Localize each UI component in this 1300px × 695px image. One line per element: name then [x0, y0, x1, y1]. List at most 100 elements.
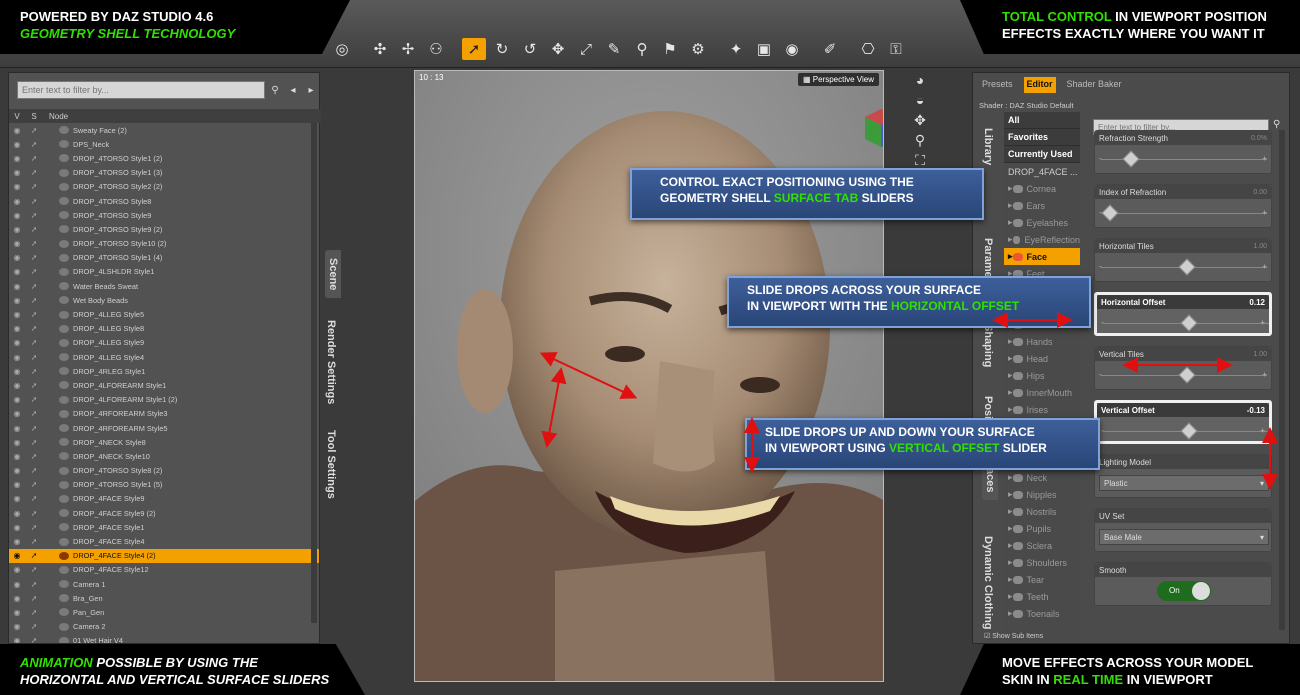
selectable-arrow-icon[interactable]: ➚ [25, 140, 43, 149]
surface-list-item[interactable]: ▸ Hips [1004, 367, 1080, 384]
selectable-arrow-icon[interactable]: ➚ [25, 608, 43, 617]
selectable-arrow-icon[interactable]: ➚ [25, 537, 43, 546]
scene-tree-row[interactable]: ◉ ➚ Bra_Gen [9, 591, 319, 605]
surface-list-item[interactable]: ▸ Irises [1004, 401, 1080, 418]
selectable-arrow-icon[interactable]: ➚ [25, 225, 43, 234]
property-dropdown[interactable]: Base Male ▾ [1099, 529, 1269, 545]
property-slider-knob[interactable] [1122, 150, 1140, 168]
visibility-eye-icon[interactable]: ◉ [9, 296, 25, 305]
property-slider-knob[interactable] [1180, 422, 1198, 440]
perspective-view-dropdown[interactable]: ▦ Perspective View [798, 73, 879, 86]
selectable-arrow-icon[interactable]: ➚ [25, 211, 43, 220]
property-value[interactable]: 1.00 [1253, 243, 1267, 250]
joint-icon[interactable]: ✢ [396, 38, 420, 60]
visibility-eye-icon[interactable]: ◉ [9, 594, 25, 603]
scene-tree-row[interactable]: ◉ ➚ DROP_4LSHLDR Style1 [9, 265, 319, 279]
surface-list-item[interactable]: ▸ Toenails [1004, 605, 1080, 622]
selectable-arrow-icon[interactable]: ➚ [25, 310, 43, 319]
tab-shaping[interactable]: Shaping [982, 324, 994, 367]
surface-property[interactable]: Vertical Offset-0.13-+ [1094, 400, 1272, 444]
slider-plus[interactable]: + [1262, 154, 1267, 163]
selectable-arrow-icon[interactable]: ➚ [25, 580, 43, 589]
selectable-arrow-icon[interactable]: ➚ [25, 480, 43, 489]
scene-tree-row[interactable]: ◉ ➚ Camera 1 [9, 577, 319, 591]
scene-tree-row[interactable]: ◉ ➚ Camera 2 [9, 620, 319, 634]
selectable-arrow-icon[interactable]: ➚ [25, 409, 43, 418]
target-icon[interactable]: ◎ [330, 38, 354, 60]
selectable-arrow-icon[interactable]: ➚ [25, 367, 43, 376]
tab-tool-settings[interactable]: Tool Settings [325, 430, 337, 499]
property-value[interactable]: 0.12 [1249, 298, 1265, 307]
scene-tree-row[interactable]: ◉ ➚ DROP_4RFOREARM Style5 [9, 421, 319, 435]
slider-plus[interactable]: + [1262, 370, 1267, 379]
scene-tree-row[interactable]: ◉ ➚ DROP_4FACE Style1 [9, 520, 319, 534]
scale-tool-icon[interactable]: ⤢ [574, 38, 598, 60]
visibility-eye-icon[interactable]: ◉ [9, 239, 25, 248]
selectable-arrow-icon[interactable]: ➚ [25, 296, 43, 305]
surface-list-item[interactable]: ▸ Pupils [1004, 520, 1080, 537]
surface-list-item[interactable]: ▸ Nipples [1004, 486, 1080, 503]
node-select-icon[interactable]: ✣ [368, 38, 392, 60]
surface-list-item[interactable]: ▸ Hands [1004, 333, 1080, 350]
scene-tree-row[interactable]: ◉ ➚ DROP_4TORSO Style9 (2) [9, 222, 319, 236]
scene-tree-row[interactable]: ◉ ➚ DROP_4LFOREARM Style1 (2) [9, 393, 319, 407]
selectable-arrow-icon[interactable]: ➚ [25, 282, 43, 291]
viewport-camera-icon[interactable]: ◉ [780, 38, 804, 60]
figure-icon[interactable]: ⚇ [424, 38, 448, 60]
back-icon[interactable]: ◂ [285, 81, 301, 99]
visibility-eye-icon[interactable]: ◉ [9, 310, 25, 319]
surface-list-item[interactable]: ▸ EyeReflection [1004, 231, 1080, 248]
selectable-arrow-icon[interactable]: ➚ [25, 494, 43, 503]
surface-property[interactable]: Horizontal Tiles1.00-+ [1094, 238, 1272, 282]
surface-list-item[interactable]: ▸ Face [1004, 248, 1080, 265]
surface-list-item[interactable]: ▸ Eyelashes [1004, 214, 1080, 231]
surface-list-item[interactable]: ▸ Tear [1004, 571, 1080, 588]
scene-tree-row[interactable]: ◉ ➚ Water Beads Sweat [9, 279, 319, 293]
selectable-arrow-icon[interactable]: ➚ [25, 381, 43, 390]
surface-property[interactable]: Smooth On [1094, 562, 1272, 606]
viewport[interactable]: 10 : 13 ▦ Perspective View [414, 70, 884, 682]
selectable-arrow-icon[interactable]: ➚ [25, 452, 43, 461]
scene-tree-row[interactable]: ◉ ➚ DROP_4LLEG Style4 [9, 350, 319, 364]
visibility-eye-icon[interactable]: ◉ [9, 367, 25, 376]
surface-property[interactable]: Lighting Model Plastic ▾ [1094, 454, 1272, 498]
visibility-eye-icon[interactable]: ◉ [9, 438, 25, 447]
scene-tree-row[interactable]: ◉ ➚ DROP_4LLEG Style8 [9, 322, 319, 336]
surface-list-item[interactable]: ▸ Cornea [1004, 180, 1080, 197]
scene-tree-row[interactable]: ◉ ➚ DROP_4TORSO Style1 (5) [9, 478, 319, 492]
visibility-eye-icon[interactable]: ◉ [9, 126, 25, 135]
scene-tree-row[interactable]: ◉ ➚ DROP_4RLEG Style1 [9, 364, 319, 378]
zoom-icon[interactable]: ⚲ [900, 132, 940, 152]
spotlight-icon[interactable]: ⚑ [658, 38, 682, 60]
property-slider-knob[interactable] [1101, 204, 1119, 222]
selectable-arrow-icon[interactable]: ➚ [25, 466, 43, 475]
property-slider-track[interactable] [1101, 213, 1267, 214]
scene-tree-row[interactable]: ◉ ➚ 01 Wet Hair V4 [9, 634, 319, 643]
show-sub-items-checkbox[interactable]: ☑ Show Sub Items [984, 632, 1043, 640]
camera-tool-icon[interactable]: ⚙ [686, 38, 710, 60]
wand-icon[interactable]: ✦ [724, 38, 748, 60]
scene-scrollbar[interactable] [311, 123, 317, 623]
tab-editor[interactable]: Editor [1023, 77, 1056, 93]
visibility-eye-icon[interactable]: ◉ [9, 381, 25, 390]
render-settings-icon[interactable]: ⚿ [884, 38, 908, 60]
tab-scene[interactable]: Scene [325, 250, 341, 299]
scene-tree-row[interactable]: ◉ ➚ Wet Body Beads [9, 293, 319, 307]
scene-tree-row[interactable]: ◉ ➚ DROP_4LLEG Style9 [9, 336, 319, 350]
scene-tree-row[interactable]: ◉ ➚ DROP_4LLEG Style5 [9, 307, 319, 321]
visibility-eye-icon[interactable]: ◉ [9, 282, 25, 291]
visibility-eye-icon[interactable]: ◉ [9, 636, 25, 643]
visibility-eye-icon[interactable]: ◉ [9, 168, 25, 177]
visibility-eye-icon[interactable]: ◉ [9, 565, 25, 574]
surface-property[interactable]: Refraction Strength0.0%-+ [1094, 130, 1272, 174]
scene-tree-row[interactable]: ◉ ➚ DPS_Neck [9, 137, 319, 151]
surface-root-node[interactable]: DROP_4FACE ... [1004, 163, 1080, 180]
selectable-arrow-icon[interactable]: ➚ [25, 324, 43, 333]
scene-tree-row[interactable]: ◉ ➚ DROP_4TORSO Style2 (2) [9, 180, 319, 194]
surface-list-item[interactable]: ▸ Teeth [1004, 588, 1080, 605]
surface-tool-icon[interactable]: ✎ [602, 38, 626, 60]
scene-tree-row[interactable]: ◉ ➚ DROP_4TORSO Style8 [9, 194, 319, 208]
scene-tree-row[interactable]: ◉ ➚ DROP_4TORSO Style9 [9, 208, 319, 222]
selectable-arrow-icon[interactable]: ➚ [25, 353, 43, 362]
visibility-eye-icon[interactable]: ◉ [9, 622, 25, 631]
